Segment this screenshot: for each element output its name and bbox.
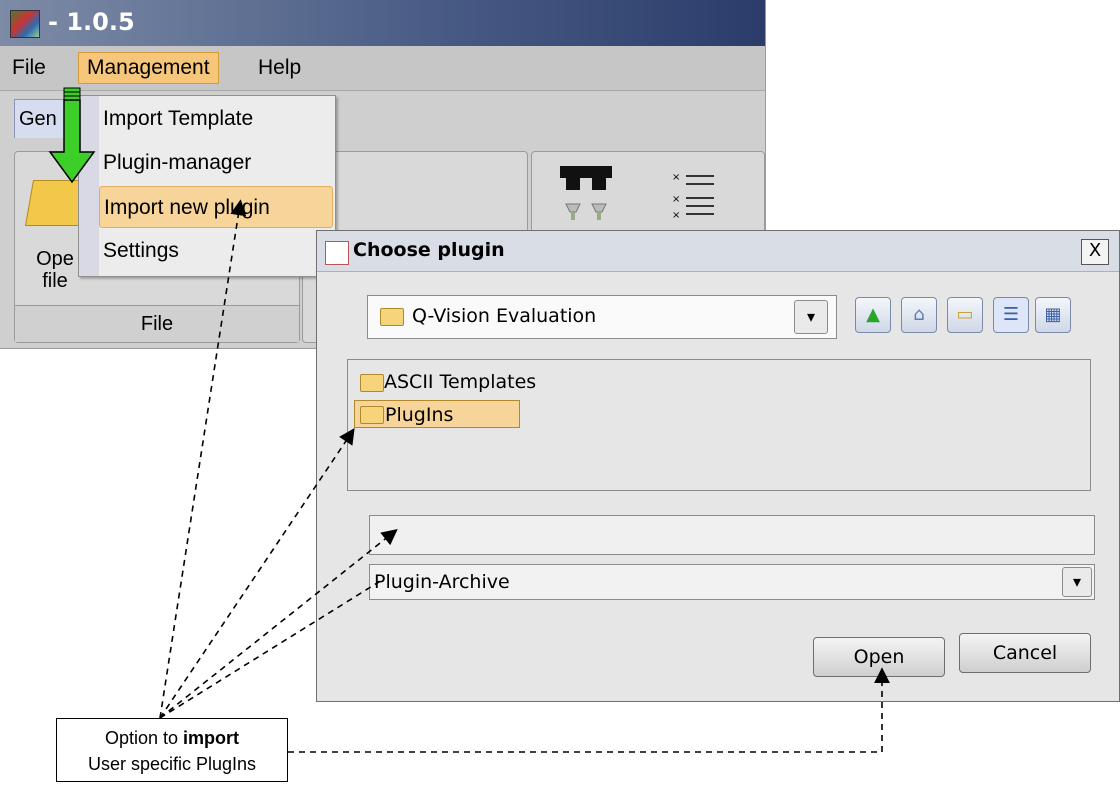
plug-icon[interactable] (556, 164, 616, 224)
look-in-combo[interactable]: Q-Vision Evaluation ▾ (367, 295, 837, 339)
callout-box: Option to import User specific PlugIns (56, 718, 288, 782)
dialog-title: Choose plugin (353, 239, 505, 261)
checklist-icon[interactable]: × × × (670, 164, 718, 224)
list-item-label: PlugIns (385, 404, 454, 426)
chevron-down-icon[interactable]: ▾ (794, 300, 828, 334)
home-folder-icon[interactable]: ⌂ (901, 297, 937, 333)
cancel-button[interactable]: Cancel (959, 633, 1091, 673)
callout-line1: Option to import (104, 728, 240, 748)
menu-item-settings[interactable]: Settings (99, 230, 333, 272)
menu-item-import-new-plugin[interactable]: Import new plugin (99, 186, 333, 228)
menu-item-plugin-manager[interactable]: Plugin-manager (99, 142, 333, 184)
menu-management[interactable]: Management (78, 52, 219, 84)
open-button[interactable]: Open (813, 637, 945, 677)
dialog-titlebar: Choose plugin X (317, 231, 1119, 272)
list-item[interactable]: ASCII Templates (354, 368, 536, 396)
look-in-value: Q-Vision Evaluation (412, 305, 597, 327)
window-titlebar: - 1.0.5 (0, 0, 765, 46)
dropdown-icon-strip (79, 96, 99, 276)
svg-text:×: × (672, 194, 680, 205)
chevron-down-icon[interactable]: ▾ (1062, 567, 1092, 597)
menu-bar: File Management Help (0, 46, 765, 91)
management-dropdown: Import Template Plugin-manager Import ne… (78, 95, 336, 277)
new-folder-icon[interactable]: ▭ (947, 297, 983, 333)
menu-item-import-template[interactable]: Import Template (99, 98, 333, 140)
java-icon (325, 241, 349, 265)
file-list: ASCII Templates PlugIns (347, 359, 1091, 491)
window-title: - 1.0.5 (48, 8, 135, 36)
menu-file[interactable]: File (4, 53, 54, 83)
folder-icon (360, 406, 384, 424)
open-label-line1: Ope (36, 248, 74, 270)
file-type-value: Plugin-Archive (374, 571, 510, 593)
folder-icon (360, 374, 384, 392)
list-view-icon[interactable]: ☰ (993, 297, 1029, 333)
svg-text:×: × (672, 172, 680, 183)
up-folder-icon[interactable]: ▲ (855, 297, 891, 333)
list-item-label: ASCII Templates (384, 371, 537, 393)
file-type-combo[interactable]: Plugin-Archive ▾ (369, 564, 1095, 600)
app-icon (10, 10, 40, 38)
list-item-selected[interactable]: PlugIns (354, 400, 520, 428)
open-file-label[interactable]: Ope file (25, 248, 85, 292)
dialog-close-button[interactable]: X (1081, 239, 1109, 265)
file-name-field[interactable] (369, 515, 1095, 555)
svg-text:×: × (672, 210, 680, 221)
callout-line2: User specific PlugIns (87, 754, 257, 774)
folder-icon (380, 308, 404, 326)
details-view-icon[interactable]: ▦ (1035, 297, 1071, 333)
open-label-line2: file (42, 270, 68, 292)
choose-plugin-dialog: Choose plugin X Q-Vision Evaluation ▾ ▲ … (316, 230, 1120, 702)
menu-help[interactable]: Help (250, 53, 309, 83)
file-group-label: File (15, 305, 299, 342)
